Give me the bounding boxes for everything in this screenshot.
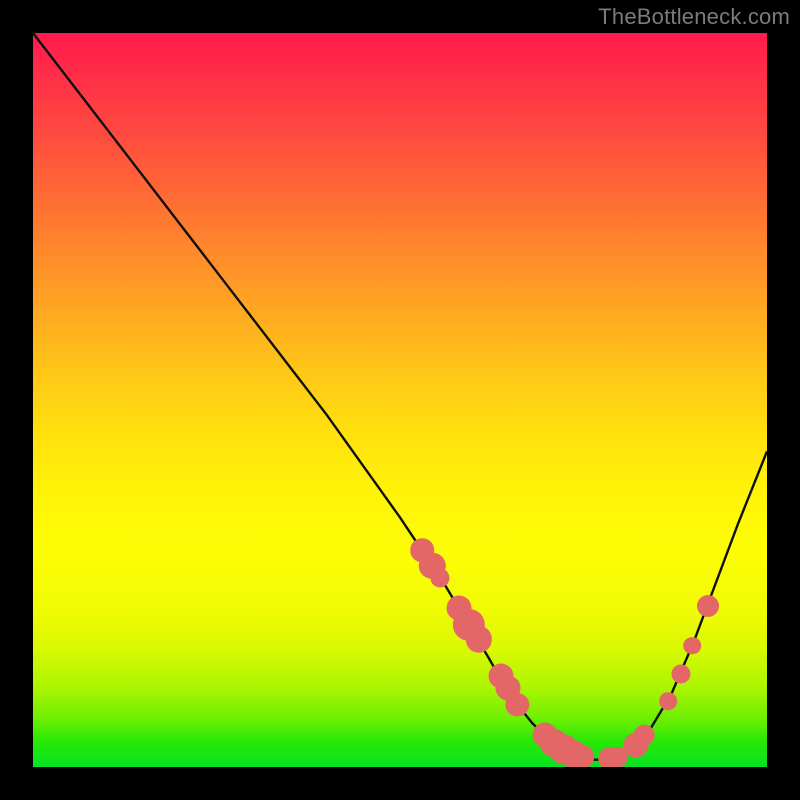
data-point bbox=[570, 745, 593, 767]
curve-layer bbox=[33, 33, 767, 767]
data-point bbox=[672, 664, 691, 683]
watermark-text: TheBottleneck.com bbox=[598, 4, 790, 30]
data-point bbox=[697, 595, 719, 617]
data-point bbox=[430, 568, 449, 587]
bottleneck-curve bbox=[33, 33, 767, 760]
chart-canvas: TheBottleneck.com bbox=[0, 0, 800, 800]
data-point bbox=[683, 637, 701, 655]
plot-area bbox=[33, 33, 767, 767]
data-point bbox=[659, 692, 677, 710]
data-point bbox=[634, 725, 655, 746]
